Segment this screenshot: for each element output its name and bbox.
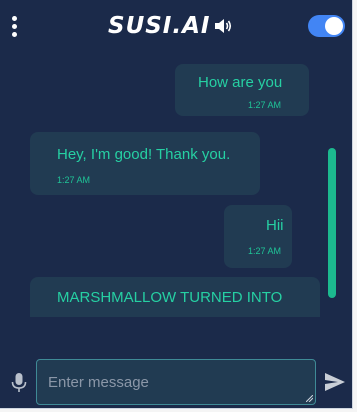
window-frame: SUSI.AI How are you 1:27 AM Hey, I'm goo… bbox=[0, 0, 357, 412]
voice-toggle[interactable] bbox=[308, 15, 345, 37]
composer: Enter message bbox=[0, 344, 352, 408]
message-time: 1:27 AM bbox=[248, 100, 282, 110]
message-text: Hey, I'm good! Thank you. bbox=[57, 146, 231, 163]
toggle-knob bbox=[325, 17, 343, 35]
message-bubble-bot: MARSHMALLOW TURNED INTO NOCHET BAGU NU B… bbox=[30, 277, 320, 317]
message-input-placeholder: Enter message bbox=[48, 374, 149, 391]
scrollbar[interactable] bbox=[328, 148, 336, 298]
resize-handle-icon[interactable] bbox=[306, 395, 313, 402]
message-time: 1:27 AM bbox=[248, 246, 282, 256]
message-text-overflow: NOCHET BAGU NU BANA A A bbox=[41, 315, 247, 317]
more-vert-icon-dot bbox=[12, 24, 17, 29]
message-text: How are you bbox=[198, 74, 283, 91]
logo-text: SUSI.AI bbox=[108, 13, 211, 39]
message-text: Hii bbox=[266, 217, 284, 234]
more-vert-icon bbox=[12, 16, 17, 21]
chat-app: SUSI.AI How are you 1:27 AM Hey, I'm goo… bbox=[0, 0, 353, 409]
message-time: 1:27 AM bbox=[57, 175, 91, 185]
send-icon[interactable] bbox=[324, 372, 346, 392]
microphone-icon[interactable] bbox=[11, 372, 27, 394]
message-bubble-user: Hii 1:27 AM bbox=[224, 205, 292, 268]
app-header: SUSI.AI bbox=[0, 0, 352, 52]
message-bubble-user: How are you 1:27 AM bbox=[175, 64, 309, 116]
menu-button[interactable] bbox=[10, 14, 20, 38]
message-list: How are you 1:27 AM Hey, I'm good! Thank… bbox=[0, 52, 352, 317]
message-text: MARSHMALLOW TURNED INTO bbox=[57, 289, 283, 306]
message-input[interactable]: Enter message bbox=[36, 359, 316, 405]
message-bubble-bot: Hey, I'm good! Thank you. 1:27 AM bbox=[30, 132, 260, 195]
more-vert-icon-dot bbox=[12, 32, 17, 37]
volume-icon[interactable] bbox=[213, 16, 233, 36]
logo: SUSI.AI bbox=[108, 11, 233, 41]
